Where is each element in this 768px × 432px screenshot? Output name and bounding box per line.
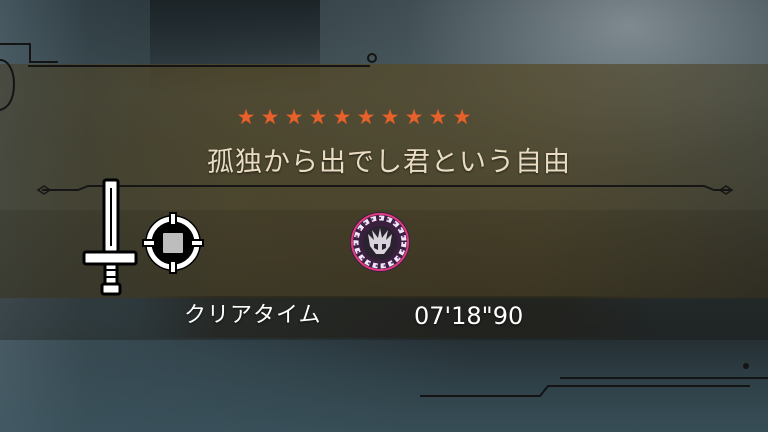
- monster-emblem-icon: [350, 212, 410, 272]
- target-crosshair-icon: [142, 212, 204, 274]
- star-icon: ★: [284, 105, 304, 129]
- difficulty-stars: ★ ★ ★ ★ ★ ★ ★ ★ ★ ★: [236, 107, 472, 129]
- clear-time-value: 07'18"90: [414, 302, 524, 330]
- star-icon: ★: [332, 105, 352, 129]
- star-icon: ★: [260, 105, 280, 129]
- star-icon: ★: [356, 105, 376, 129]
- star-icon: ★: [428, 105, 448, 129]
- clear-time-label: クリアタイム: [184, 303, 322, 328]
- star-icon: ★: [380, 105, 400, 129]
- quest-title: 孤独から出でし君という自由: [207, 147, 571, 178]
- star-icon: ★: [404, 105, 424, 129]
- long-sword-icon: [82, 178, 138, 296]
- star-icon: ★: [308, 105, 328, 129]
- star-icon: ★: [452, 105, 472, 129]
- star-icon: ★: [236, 105, 256, 129]
